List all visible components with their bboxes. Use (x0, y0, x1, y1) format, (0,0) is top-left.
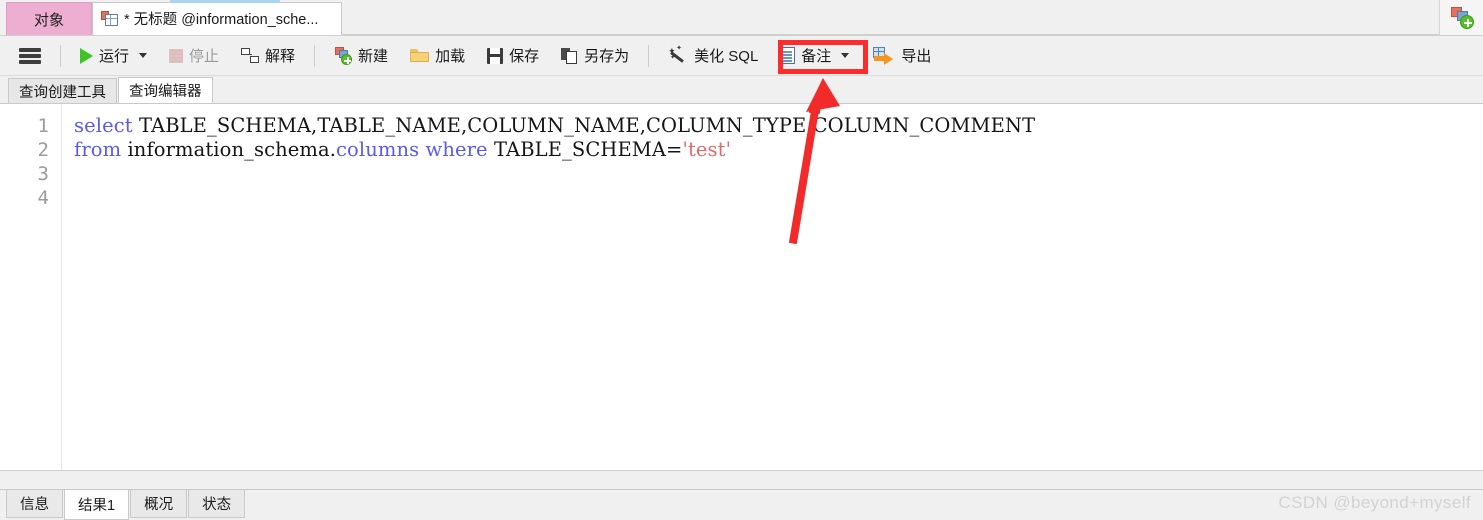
editor-mode-tabs: 查询创建工具 查询编辑器 (0, 76, 1483, 104)
new-tab-button[interactable] (1439, 0, 1483, 35)
tab-result-1-label: 结果1 (78, 498, 116, 514)
code-line-2: from information_schema.columns where TA… (74, 138, 1483, 162)
editor-toolbar: 运行 停止 解释 新建 加载 保存 另存为 ✦ ✦ 美化 SQL 备注 导出 (0, 36, 1483, 76)
export-button[interactable]: 导出 (864, 41, 940, 71)
sql-string-literal: 'test' (682, 138, 732, 161)
navicat-query-window: 对象 * 无标题 @information_sche... 运行 停止 解释 新… (0, 0, 1483, 520)
folder-open-icon (410, 48, 430, 63)
tab-query-editor[interactable]: 查询编辑器 (118, 77, 213, 103)
code-line-1: select TABLE_SCHEMA,TABLE_NAME,COLUMN_NA… (74, 114, 1483, 138)
new-query-button-label: 新建 (358, 48, 389, 65)
save-as-button-label: 另存为 (584, 48, 630, 65)
tab-result-1[interactable]: 结果1 (64, 490, 130, 520)
export-button-label: 导出 (901, 48, 932, 65)
note-icon (780, 47, 796, 64)
sql-text: information_schema. (121, 138, 337, 161)
line-number: 2 (37, 139, 49, 161)
sql-code-area[interactable]: select TABLE_SCHEMA,TABLE_NAME,COLUMN_NA… (62, 104, 1483, 470)
tab-bar-filler (342, 0, 1439, 35)
main-tab-bar: 对象 * 无标题 @information_sche... (0, 0, 1483, 36)
sql-text: TABLE_SCHEMA,TABLE_NAME,COLUMN_NAME,COLU… (132, 114, 1036, 137)
table-grid-icon (101, 11, 118, 26)
object-tab-label: 对象 (33, 11, 64, 29)
load-button-label: 加载 (435, 48, 466, 65)
tab-status[interactable]: 状态 (188, 490, 246, 518)
save-button-label: 保存 (509, 48, 540, 65)
tab-info-label: 信息 (20, 497, 49, 513)
line-number-gutter: 1 2 3 4 (0, 104, 62, 470)
run-button-label: 运行 (99, 48, 130, 65)
stop-button-label: 停止 (189, 48, 220, 65)
watermark-text: CSDN @beyond+myself (1278, 493, 1471, 512)
query-document-tab-label: * 无标题 @information_sche... (124, 12, 319, 28)
new-query-button[interactable]: 新建 (325, 41, 397, 71)
toolbar-separator (60, 44, 61, 67)
save-icon (487, 47, 504, 64)
line-number: 1 (37, 115, 49, 137)
new-query-icon (334, 47, 353, 65)
sql-text: TABLE_SCHEMA= (487, 138, 683, 161)
note-button[interactable]: 备注 (771, 41, 858, 71)
load-button[interactable]: 加载 (401, 41, 474, 71)
save-as-button[interactable]: 另存为 (552, 41, 638, 71)
play-icon (80, 47, 93, 64)
explain-icon (241, 47, 260, 64)
toolbar-separator (314, 44, 316, 67)
chevron-down-icon[interactable] (841, 53, 850, 58)
note-button-label: 备注 (801, 48, 832, 65)
tab-query-builder-label: 查询创建工具 (19, 84, 106, 101)
toolbar-separator (648, 44, 650, 67)
save-button[interactable]: 保存 (478, 41, 548, 71)
stop-icon (169, 48, 184, 63)
result-tab-bar: 信息 结果1 概况 状态 (0, 489, 1483, 520)
active-tab-top-highlight (170, 0, 280, 3)
explain-button[interactable]: 解释 (232, 41, 304, 71)
wand-icon: ✦✦✦ (668, 45, 688, 65)
sql-keyword: select (74, 114, 133, 137)
tab-query-builder[interactable]: 查询创建工具 (8, 78, 117, 103)
hamburger-menu-icon (19, 47, 41, 64)
new-query-tab-icon (1449, 6, 1475, 30)
hamburger-menu-button[interactable] (10, 41, 50, 71)
tab-info[interactable]: 信息 (6, 490, 63, 518)
tab-query-editor-label: 查询编辑器 (129, 83, 202, 100)
tab-query-document[interactable]: * 无标题 @information_sche... (92, 2, 342, 35)
export-icon (873, 47, 895, 65)
sidebar-item-objects[interactable]: 对象 (6, 2, 92, 35)
tab-profile-label: 概况 (144, 497, 174, 513)
line-number: 4 (37, 187, 49, 209)
tab-status-label: 状态 (202, 497, 232, 513)
line-number: 3 (37, 163, 49, 185)
sql-keyword: columns (336, 138, 420, 161)
chevron-down-icon[interactable] (139, 53, 148, 58)
save-as-icon (561, 47, 578, 64)
tab-profile[interactable]: 概况 (130, 490, 188, 518)
beautify-sql-button-label: 美化 SQL (694, 48, 759, 65)
explain-button-label: 解释 (265, 48, 296, 65)
run-button[interactable]: 运行 (71, 41, 156, 71)
stop-button: 停止 (160, 41, 228, 71)
sql-editor[interactable]: 1 2 3 4 select TABLE_SCHEMA,TABLE_NAME,C… (0, 104, 1483, 470)
beautify-sql-button[interactable]: ✦✦✦ 美化 SQL (659, 41, 767, 71)
sql-keyword: from (74, 138, 122, 161)
sql-keyword: where (419, 138, 488, 161)
